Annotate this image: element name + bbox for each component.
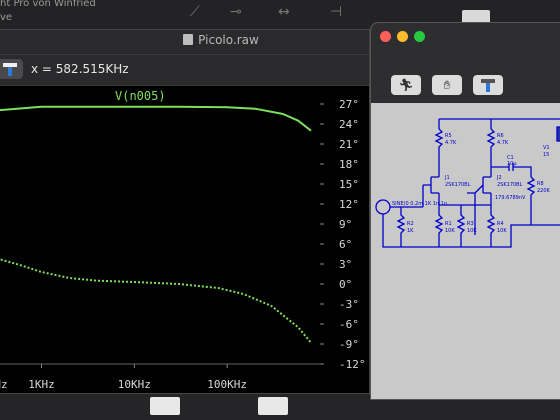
schematic-canvas[interactable]: R5 4.7K R6 4.7K C1 10μ R8 220K J1 2SK170… (371, 107, 560, 399)
schematic-titlebar[interactable] (371, 23, 560, 49)
plot-area[interactable]: 27° 24° 21° 18° 15° 12° 9° 6° 3° 0° -3° -6° -9° -12° … (0, 86, 369, 393)
y-tick-label: -9° (339, 338, 359, 351)
probe-hammer-icon (3, 63, 17, 76)
r2-value: 1K (407, 228, 414, 234)
probe-hammer-icon (481, 79, 495, 92)
background-subtitle-text: ve (0, 12, 13, 23)
r5-value: 4.7K (445, 140, 457, 146)
x-tick-label: 10KHz (118, 378, 151, 391)
probe-tool-button[interactable] (0, 59, 23, 79)
y-tick-label: 21° (339, 138, 359, 151)
c1-value: 10μ (507, 161, 517, 167)
pan-hand-icon: ✋︎ (443, 78, 451, 92)
waveform-window: Picolo.raw x = 582.515KHz 27° 24° 21° 18° 15… (0, 29, 370, 394)
measurement-label: 179.6789nV (495, 195, 526, 201)
r6-label: R6 (497, 133, 504, 139)
background-toolbar-icon: ↔ (278, 4, 290, 20)
y-tick-label: 18° (339, 158, 359, 171)
circuit-schematic: R5 4.7K R6 4.7K C1 10μ R8 220K J1 2SK170… (375, 118, 560, 248)
pan-button[interactable]: ✋︎ (432, 75, 462, 95)
j2-label: J2 (496, 175, 502, 181)
r1-label: R1 (445, 221, 452, 227)
x-tick-label: Hz (0, 378, 8, 391)
cursor-readout: x = 582.515KHz (31, 62, 129, 76)
y-tick-label: 24° (339, 118, 359, 131)
r2-label: R2 (407, 221, 414, 227)
run-button[interactable]: 🏃︎ (391, 75, 421, 95)
r8-label: R8 (537, 181, 544, 187)
document-icon (183, 34, 194, 45)
r5-label: R5 (445, 133, 452, 139)
magnitude-trace[interactable] (0, 105, 312, 132)
waveform-plot: 27°24°21°18°15°12°9°6°3°0°-3°-6°-9°-12° … (0, 89, 366, 391)
r1-value: 10K (445, 228, 455, 234)
y-tick-label: 6° (339, 238, 352, 251)
source-label: SINE(0 0.2m 1K 1n 1n (392, 201, 447, 207)
close-window-button[interactable] (380, 31, 391, 42)
r4-label: R4 (497, 221, 504, 227)
phase-trace[interactable] (0, 257, 312, 344)
minimize-window-button[interactable] (397, 31, 408, 42)
r4-value: 10K (497, 228, 507, 234)
j1-value: 2SK170BL (445, 182, 471, 188)
schematic-window: 🏃︎ ✋︎ R5 4.7K R6 4.7K C1 10μ R8 220K J1 … (370, 22, 560, 400)
window-title-text: Picolo.raw (198, 33, 259, 47)
r3-value: 10K (467, 228, 477, 234)
background-title-text: ht Pro von Winfried (0, 0, 96, 9)
window-title: Picolo.raw (73, 33, 369, 47)
j1-label: J1 (444, 175, 450, 181)
y-tick-label: 27° (339, 98, 359, 111)
waveform-toolbar: x = 582.515KHz (0, 55, 369, 86)
j2-value: 2SK170BL (497, 182, 523, 188)
probe-button[interactable] (473, 75, 503, 95)
trace-label[interactable]: V(n005) (115, 89, 166, 103)
y-tick-label: -12° (339, 358, 366, 371)
y-tick-label: 0° (339, 278, 352, 291)
y-tick-label: -3° (339, 298, 359, 311)
x-tick-label: 100KHz (207, 378, 247, 391)
maximize-window-button[interactable] (414, 31, 425, 42)
y-tick-label: -6° (339, 318, 359, 331)
run-icon: 🏃︎ (398, 78, 414, 92)
r3-label: R3 (467, 221, 474, 227)
schematic-toolbar: 🏃︎ ✋︎ (371, 49, 560, 103)
y-tick-label: 3° (339, 258, 352, 271)
supply-value: 15 (543, 152, 549, 158)
r6-value: 4.7K (497, 140, 509, 146)
background-button (150, 397, 180, 415)
supply-label: V1 (543, 145, 550, 151)
background-toolbar-icon: ⟋ (190, 4, 200, 20)
background-toolbar-icon: ⊸ (230, 4, 242, 20)
waveform-titlebar[interactable]: Picolo.raw (0, 30, 369, 55)
y-tick-label: 12° (339, 198, 359, 211)
r8-value: 220K (537, 188, 551, 194)
background-toolbar-icon: ⊣ (330, 4, 343, 20)
y-tick-label: 15° (339, 178, 359, 191)
x-tick-label: 1KHz (28, 378, 55, 391)
background-button (258, 397, 288, 415)
y-tick-label: 9° (339, 218, 352, 231)
